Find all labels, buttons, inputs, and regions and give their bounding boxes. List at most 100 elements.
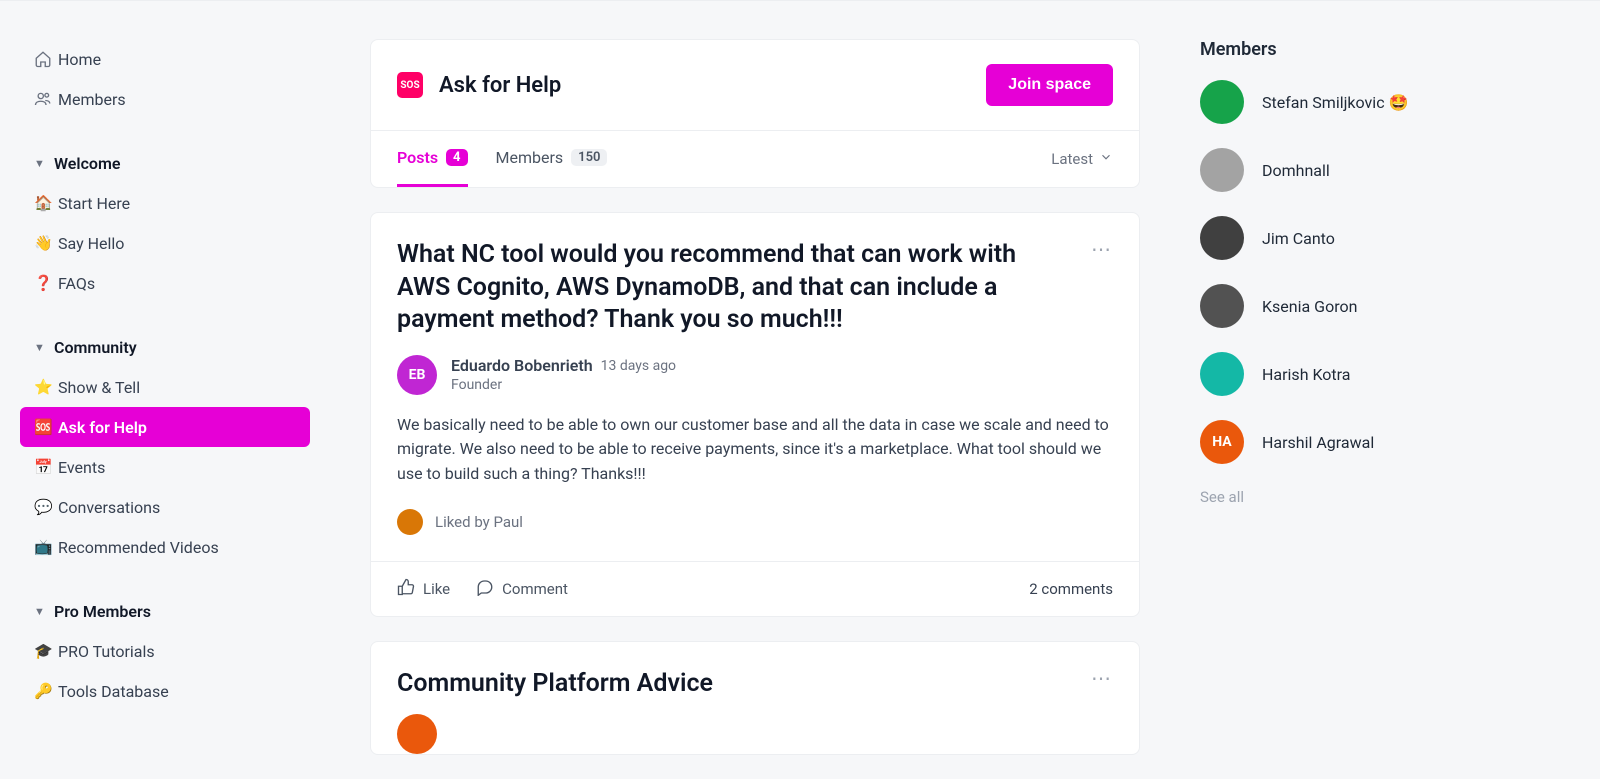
nav-label: Tools Database bbox=[58, 682, 169, 701]
nav-home-label: Home bbox=[58, 50, 101, 69]
author-role: Founder bbox=[451, 377, 676, 393]
member-avatar[interactable] bbox=[1200, 80, 1244, 124]
member-row[interactable]: Ksenia Goron bbox=[1200, 284, 1490, 328]
nav-show-tell[interactable]: ⭐ Show & Tell bbox=[20, 367, 310, 407]
graduation-icon: 🎓 bbox=[34, 642, 58, 660]
tab-posts-count: 4 bbox=[446, 149, 467, 166]
author-avatar[interactable]: EB bbox=[397, 355, 437, 395]
member-row[interactable]: Jim Canto bbox=[1200, 216, 1490, 260]
member-name: Domhnall bbox=[1262, 161, 1330, 180]
house-icon: 🏠 bbox=[34, 194, 58, 212]
nav-label: PRO Tutorials bbox=[58, 642, 155, 661]
post-card: What NC tool would you recommend that ca… bbox=[370, 212, 1140, 617]
member-avatar[interactable]: HA bbox=[1200, 420, 1244, 464]
nav-recommended-videos[interactable]: 📺 Recommended Videos bbox=[20, 527, 310, 567]
nav-faqs[interactable]: ❓ FAQs bbox=[20, 263, 310, 303]
like-label: Like bbox=[423, 580, 450, 598]
nav-events[interactable]: 📅 Events bbox=[20, 447, 310, 487]
liked-by-text[interactable]: Liked by Paul bbox=[435, 513, 523, 531]
post-overflow-button[interactable]: ⋯ bbox=[1091, 239, 1113, 259]
section-welcome[interactable]: ▼ Welcome bbox=[20, 143, 310, 183]
comment-label: Comment bbox=[502, 580, 568, 598]
comment-button[interactable]: Comment bbox=[476, 578, 568, 600]
post-body: We basically need to be able to own our … bbox=[397, 413, 1113, 487]
tab-posts-label: Posts bbox=[397, 148, 438, 167]
home-icon bbox=[34, 50, 58, 68]
see-all-members[interactable]: See all bbox=[1200, 488, 1490, 506]
sort-label: Latest bbox=[1051, 150, 1093, 168]
section-welcome-label: Welcome bbox=[54, 154, 120, 173]
thumbs-up-icon bbox=[397, 578, 415, 600]
member-name: Jim Canto bbox=[1262, 229, 1335, 248]
nav-label: Conversations bbox=[58, 498, 160, 517]
nav-members-label: Members bbox=[58, 90, 126, 109]
member-avatar[interactable] bbox=[1200, 148, 1244, 192]
member-name: Ksenia Goron bbox=[1262, 297, 1357, 316]
member-name: Stefan Smiljkovic 🤩 bbox=[1262, 93, 1408, 112]
like-button[interactable]: Like bbox=[397, 578, 450, 600]
member-avatar[interactable] bbox=[1200, 284, 1244, 328]
caret-down-icon: ▼ bbox=[34, 605, 54, 618]
post-overflow-button[interactable]: ⋯ bbox=[1091, 668, 1113, 688]
member-avatar[interactable] bbox=[1200, 352, 1244, 396]
nav-say-hello[interactable]: 👋 Say Hello bbox=[20, 223, 310, 263]
tv-icon: 📺 bbox=[34, 538, 58, 556]
sort-dropdown[interactable]: Latest bbox=[1051, 150, 1113, 168]
nav-label: Recommended Videos bbox=[58, 538, 219, 557]
members-panel-title: Members bbox=[1200, 39, 1490, 60]
chevron-down-icon bbox=[1099, 150, 1113, 168]
nav-label: Start Here bbox=[58, 194, 130, 213]
nav-members[interactable]: Members bbox=[20, 79, 310, 119]
members-icon bbox=[34, 90, 58, 108]
nav-tools-database[interactable]: 🔑 Tools Database bbox=[20, 671, 310, 711]
member-row[interactable]: Harish Kotra bbox=[1200, 352, 1490, 396]
member-avatar[interactable] bbox=[1200, 216, 1244, 260]
nav-conversations[interactable]: 💬 Conversations bbox=[20, 487, 310, 527]
space-title: Ask for Help bbox=[439, 73, 561, 98]
join-space-button[interactable]: Join space bbox=[986, 64, 1113, 106]
liked-by-avatar[interactable] bbox=[397, 509, 423, 535]
nav-ask-for-help[interactable]: 🆘 Ask for Help bbox=[20, 407, 310, 447]
section-pro[interactable]: ▼ Pro Members bbox=[20, 591, 310, 631]
nav-home[interactable]: Home bbox=[20, 39, 310, 79]
star-icon: ⭐ bbox=[34, 378, 58, 396]
author-name[interactable]: Eduardo Bobenrieth bbox=[451, 356, 593, 375]
nav-label: FAQs bbox=[58, 274, 95, 293]
member-row[interactable]: HA Harshil Agrawal bbox=[1200, 420, 1490, 464]
tab-posts[interactable]: Posts 4 bbox=[397, 131, 468, 187]
post-card: Community Platform Advice ⋯ bbox=[370, 641, 1140, 756]
comment-icon bbox=[476, 578, 494, 600]
post-title[interactable]: What NC tool would you recommend that ca… bbox=[397, 239, 1047, 337]
caret-down-icon: ▼ bbox=[34, 341, 54, 354]
post-time: 13 days ago bbox=[601, 358, 676, 374]
calendar-icon: 📅 bbox=[34, 458, 58, 476]
section-community-label: Community bbox=[54, 338, 137, 357]
nav-pro-tutorials[interactable]: 🎓 PRO Tutorials bbox=[20, 631, 310, 671]
wave-icon: 👋 bbox=[34, 234, 58, 252]
nav-start-here[interactable]: 🏠 Start Here bbox=[20, 183, 310, 223]
section-pro-label: Pro Members bbox=[54, 602, 151, 621]
tab-members-count: 150 bbox=[571, 149, 607, 166]
question-icon: ❓ bbox=[34, 274, 58, 292]
tab-members[interactable]: Members 150 bbox=[496, 131, 608, 187]
member-name: Harshil Agrawal bbox=[1262, 433, 1374, 452]
nav-label: Show & Tell bbox=[58, 378, 140, 397]
main-content: SOS Ask for Help Join space Posts 4 Memb… bbox=[320, 9, 1170, 779]
sidebar: Home Members ▼ Welcome 🏠 Start Here 👋 Sa… bbox=[0, 9, 320, 779]
post-title[interactable]: Community Platform Advice bbox=[397, 668, 713, 701]
nav-label: Ask for Help bbox=[58, 418, 147, 437]
section-community[interactable]: ▼ Community bbox=[20, 327, 310, 367]
space-header-card: SOS Ask for Help Join space Posts 4 Memb… bbox=[370, 39, 1140, 188]
member-name: Harish Kotra bbox=[1262, 365, 1350, 384]
chat-icon: 💬 bbox=[34, 498, 58, 516]
author-avatar[interactable] bbox=[397, 714, 437, 754]
caret-down-icon: ▼ bbox=[34, 157, 54, 170]
member-row[interactable]: Stefan Smiljkovic 🤩 bbox=[1200, 80, 1490, 124]
key-icon: 🔑 bbox=[34, 682, 58, 700]
members-panel: Members Stefan Smiljkovic 🤩 Domhnall Jim C… bbox=[1170, 9, 1510, 779]
nav-label: Say Hello bbox=[58, 234, 124, 253]
comment-count[interactable]: 2 comments bbox=[1029, 580, 1113, 598]
tab-members-label: Members bbox=[496, 148, 564, 167]
member-row[interactable]: Domhnall bbox=[1200, 148, 1490, 192]
space-icon: SOS bbox=[397, 72, 423, 98]
